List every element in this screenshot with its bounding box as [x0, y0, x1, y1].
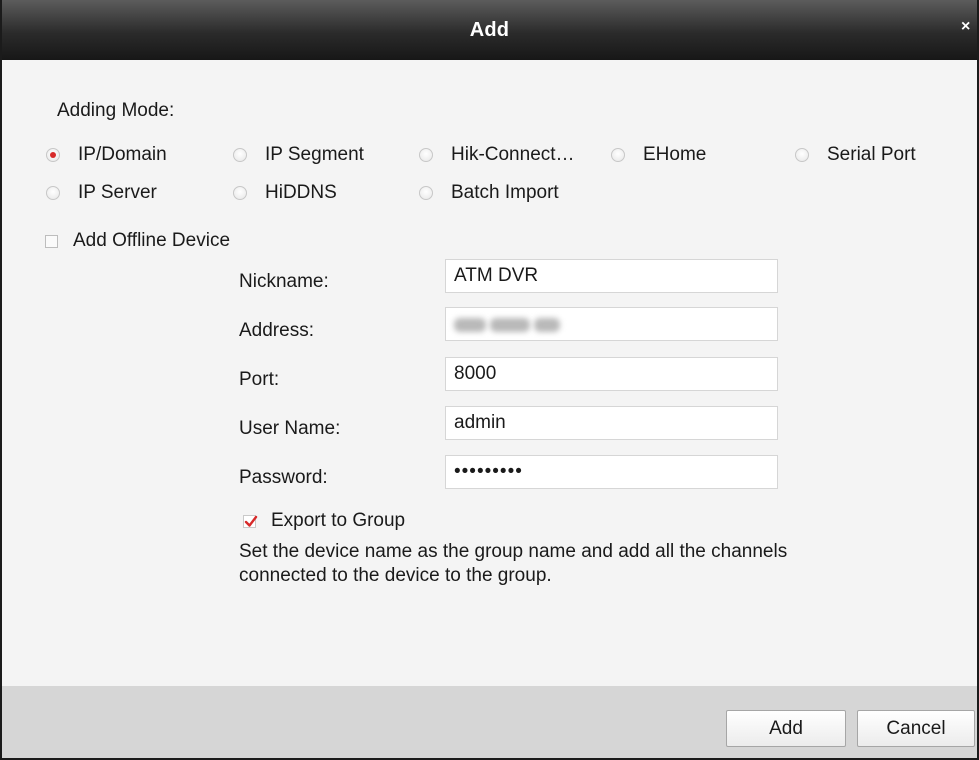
- dialog-title: Add: [469, 19, 510, 41]
- radio-unselected-icon: [419, 186, 433, 200]
- radio-ehome[interactable]: EHome: [611, 144, 706, 166]
- add-device-dialog: Add × Adding Mode: IP/Domain IP Segment …: [0, 0, 979, 760]
- radio-selected-icon: [46, 148, 60, 162]
- radio-hiddns[interactable]: HiDDNS: [233, 182, 337, 204]
- password-input[interactable]: [445, 455, 778, 489]
- radio-label: Serial Port: [827, 144, 916, 165]
- checkmark-icon: [243, 514, 258, 528]
- radio-label: Batch Import: [451, 182, 559, 203]
- adding-mode-label: Adding Mode:: [57, 100, 175, 121]
- radio-unselected-icon: [795, 148, 809, 162]
- nickname-input[interactable]: [445, 259, 778, 293]
- radio-label: HiDDNS: [265, 182, 337, 203]
- radio-hik-connect[interactable]: Hik-Connect…: [419, 144, 575, 166]
- checkbox-unchecked-icon: [45, 234, 58, 248]
- user-name-input[interactable]: [445, 406, 778, 440]
- radio-unselected-icon: [611, 148, 625, 162]
- radio-batch-import[interactable]: Batch Import: [419, 182, 559, 204]
- radio-ip-domain[interactable]: IP/Domain: [46, 144, 167, 166]
- radio-label: EHome: [643, 144, 707, 165]
- checkbox-label: Export to Group: [271, 510, 406, 531]
- add-button[interactable]: Add: [726, 710, 846, 747]
- radio-unselected-icon: [233, 148, 247, 162]
- nickname-label: Nickname:: [239, 271, 329, 292]
- password-label: Password:: [239, 467, 328, 488]
- radio-label: IP Segment: [265, 144, 364, 165]
- title-bar[interactable]: Add ×: [2, 0, 977, 60]
- radio-ip-server[interactable]: IP Server: [46, 182, 157, 204]
- close-icon[interactable]: ×: [961, 17, 975, 37]
- radio-ip-segment[interactable]: IP Segment: [233, 144, 364, 166]
- checkbox-label: Add Offline Device: [73, 230, 231, 251]
- radio-serial-port[interactable]: Serial Port: [795, 144, 916, 166]
- add-offline-device-checkbox[interactable]: Add Offline Device: [45, 230, 230, 252]
- radio-label: IP Server: [78, 182, 157, 203]
- radio-unselected-icon: [233, 186, 247, 200]
- radio-unselected-icon: [46, 186, 60, 200]
- cancel-button[interactable]: Cancel: [857, 710, 975, 747]
- port-input[interactable]: [445, 357, 778, 391]
- radio-unselected-icon: [419, 148, 433, 162]
- port-label: Port:: [239, 369, 280, 390]
- address-label: Address:: [239, 320, 314, 341]
- export-to-group-checkbox[interactable]: Export to Group: [243, 510, 405, 532]
- address-input[interactable]: [445, 307, 778, 341]
- user-name-label: User Name:: [239, 418, 341, 439]
- radio-label: Hik-Connect…: [451, 144, 575, 165]
- export-group-description: Set the device name as the group name an…: [239, 541, 788, 586]
- radio-label: IP/Domain: [78, 144, 167, 165]
